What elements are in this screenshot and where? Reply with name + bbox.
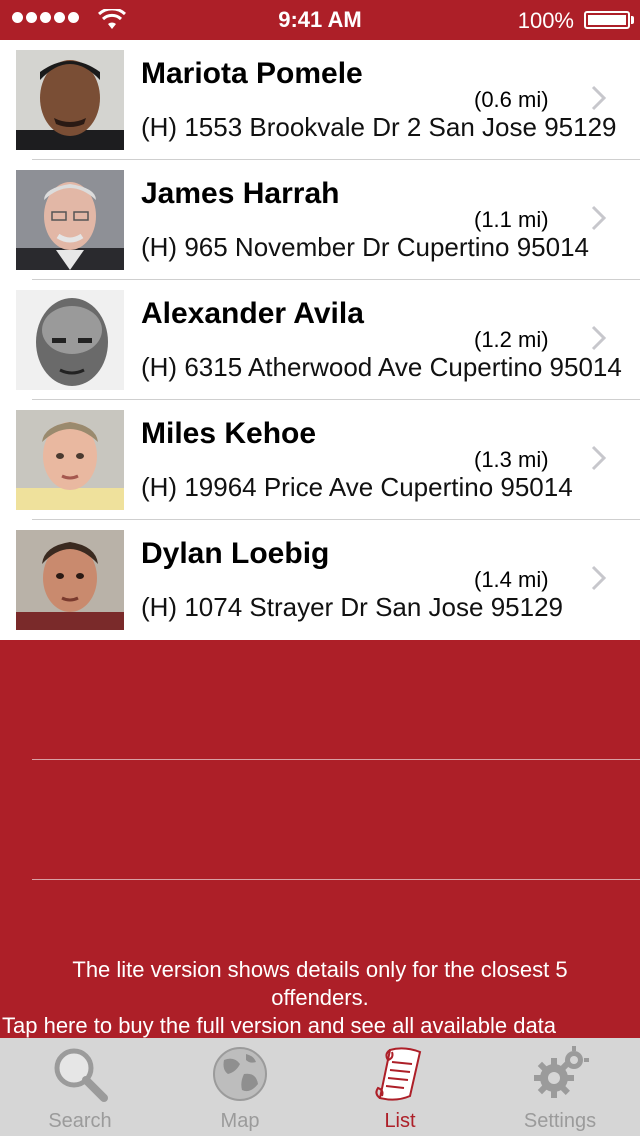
offender-name: James Harrah bbox=[141, 177, 340, 210]
offender-name: Alexander Avila bbox=[141, 297, 364, 330]
chevron-right-icon bbox=[591, 85, 607, 111]
offender-address: (H) 1074 Strayer Dr San Jose 95129 bbox=[141, 592, 563, 622]
notice-text: offenders. bbox=[271, 985, 369, 1010]
offender-address: (H) 965 November Dr Cupertino 95014 bbox=[141, 232, 589, 262]
offender-name: Mariota Pomele bbox=[141, 57, 363, 90]
tab-search[interactable]: Search bbox=[0, 1038, 160, 1136]
offender-address: (H) 6315 Atherwood Ave Cupertino 95014 bbox=[141, 352, 622, 382]
offender-row[interactable]: Mariota Pomele (0.6 mi) (H) 1553 Brookva… bbox=[0, 40, 640, 160]
tab-label: Map bbox=[220, 1110, 260, 1132]
notice-text: The lite version shows details only for … bbox=[72, 957, 568, 982]
gears-icon bbox=[534, 1046, 589, 1098]
offender-distance: (0.6 mi) bbox=[474, 87, 549, 112]
tab-map[interactable]: Map bbox=[160, 1038, 320, 1136]
offender-row[interactable]: Miles Kehoe (1.3 mi) (H) 19964 Price Ave… bbox=[0, 400, 640, 520]
chevron-right-icon bbox=[591, 445, 607, 471]
offender-row[interactable]: Dylan Loebig (1.4 mi) (H) 1074 Strayer D… bbox=[0, 520, 640, 640]
offender-row[interactable]: James Harrah (1.1 mi) (H) 965 November D… bbox=[0, 160, 640, 280]
offender-distance: (1.4 mi) bbox=[474, 567, 549, 592]
tab-label: List bbox=[384, 1110, 416, 1132]
offender-photo bbox=[16, 530, 124, 630]
battery-percentage: 100% bbox=[517, 8, 574, 33]
scroll-icon bbox=[375, 1047, 422, 1101]
list-separator bbox=[32, 759, 640, 760]
tab-bar: Search Map List Settings bbox=[0, 1038, 640, 1136]
buy-full-version-link[interactable]: Tap here to buy the full version and see… bbox=[0, 1012, 640, 1040]
magnifier-icon bbox=[54, 1048, 108, 1102]
chevron-right-icon bbox=[591, 205, 607, 231]
chevron-right-icon bbox=[591, 565, 607, 591]
chevron-right-icon bbox=[591, 325, 607, 351]
offender-distance: (1.3 mi) bbox=[474, 447, 549, 472]
tab-list[interactable]: List bbox=[320, 1038, 480, 1136]
status-bar: 9:41 AM 100% bbox=[0, 0, 640, 40]
list-separator bbox=[32, 879, 640, 880]
upgrade-notice[interactable]: The lite version shows details only for … bbox=[0, 956, 640, 1040]
offender-name: Miles Kehoe bbox=[141, 417, 317, 450]
offender-distance: (1.1 mi) bbox=[474, 207, 549, 232]
offender-photo bbox=[16, 410, 124, 510]
offender-row[interactable]: Alexander Avila (1.2 mi) (H) 6315 Atherw… bbox=[0, 280, 640, 400]
tab-label: Settings bbox=[523, 1110, 597, 1132]
offender-address: (H) 1553 Brookvale Dr 2 San Jose 95129 bbox=[141, 112, 617, 142]
offender-name: Dylan Loebig bbox=[141, 537, 330, 570]
offender-list: Mariota Pomele (0.6 mi) (H) 1553 Brookva… bbox=[0, 40, 640, 640]
offender-address: (H) 19964 Price Ave Cupertino 95014 bbox=[141, 472, 573, 502]
globe-icon bbox=[213, 1047, 267, 1101]
offender-photo bbox=[16, 290, 124, 390]
battery-icon bbox=[584, 11, 630, 29]
offender-photo bbox=[16, 170, 124, 270]
tab-settings[interactable]: Settings bbox=[480, 1038, 640, 1136]
offender-distance: (1.2 mi) bbox=[474, 327, 549, 352]
offender-photo bbox=[16, 50, 124, 150]
tab-label: Search bbox=[48, 1110, 112, 1132]
